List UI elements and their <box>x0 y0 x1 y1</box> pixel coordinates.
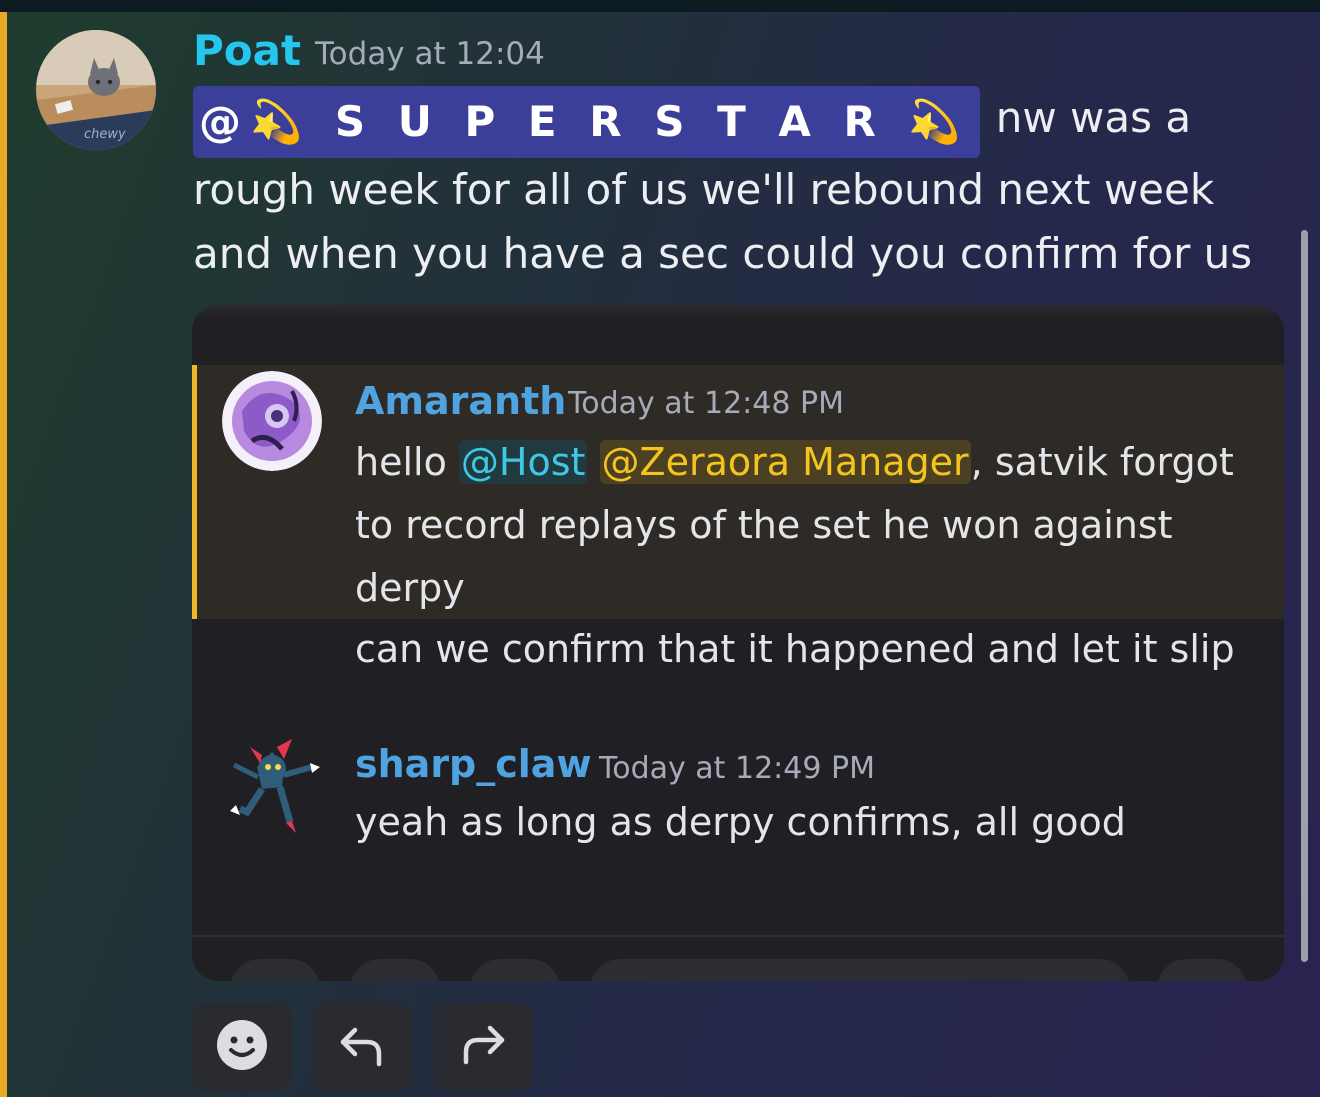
embedded-image[interactable]: Amaranth Today at 12:48 PM hello @Host @… <box>192 305 1284 981</box>
scrollbar[interactable] <box>1301 230 1308 962</box>
sharp-claw-name: sharp_claw <box>355 742 592 786</box>
amaranth-text-prefix: hello <box>355 440 459 484</box>
forward-arrow-icon <box>458 1020 508 1074</box>
embed-toolbar-pill <box>230 959 320 981</box>
sharp-claw-text: yeah as long as derpy confirms, all good <box>355 800 1126 844</box>
quoted-highlight-bar <box>192 365 197 619</box>
mention-highlight-bar <box>0 12 7 1097</box>
embed-divider <box>192 935 1284 937</box>
amaranth-avatar <box>222 371 322 471</box>
top-edge <box>0 0 1320 12</box>
embed-toolbar-pill <box>470 959 560 981</box>
message-timestamp: Today at 12:04 <box>315 36 545 72</box>
role-mention-superstar[interactable]: @💫 S U P E R S T A R 💫 <box>193 86 980 158</box>
embed-toolbar-pill <box>1157 959 1247 981</box>
embed-input-pill <box>590 959 1130 981</box>
add-reaction-button[interactable] <box>192 1003 292 1091</box>
amaranth-timestamp: Today at 12:48 PM <box>568 386 844 421</box>
smiley-icon <box>216 1019 268 1075</box>
mention-host: @Host <box>458 440 588 484</box>
amaranth-text: hello @Host @Zeraora Manager, satvik for… <box>355 431 1265 620</box>
author-avatar[interactable]: chewy <box>36 30 156 150</box>
message-author[interactable]: Poat <box>193 26 301 75</box>
forward-button[interactable] <box>433 1003 533 1091</box>
embed-toolbar-pill <box>350 959 440 981</box>
amaranth-name: Amaranth <box>355 379 567 423</box>
sharp-claw-timestamp: Today at 12:49 PM <box>599 751 875 786</box>
mention-zeraora-manager: @Zeraora Manager <box>599 440 971 484</box>
svg-text:chewy: chewy <box>84 127 126 142</box>
sharp-claw-avatar <box>222 737 322 837</box>
quoted-message: Amaranth Today at 12:48 PM hello @Host @… <box>192 365 1284 619</box>
reply-button[interactable] <box>312 1003 412 1091</box>
reply-arrow-icon <box>337 1020 387 1074</box>
message-body: @💫 S U P E R S T A R 💫 nw was a rough wee… <box>193 86 1293 286</box>
followup-text: can we confirm that it happened and let … <box>355 627 1235 671</box>
embed-top-fade <box>192 305 1284 319</box>
